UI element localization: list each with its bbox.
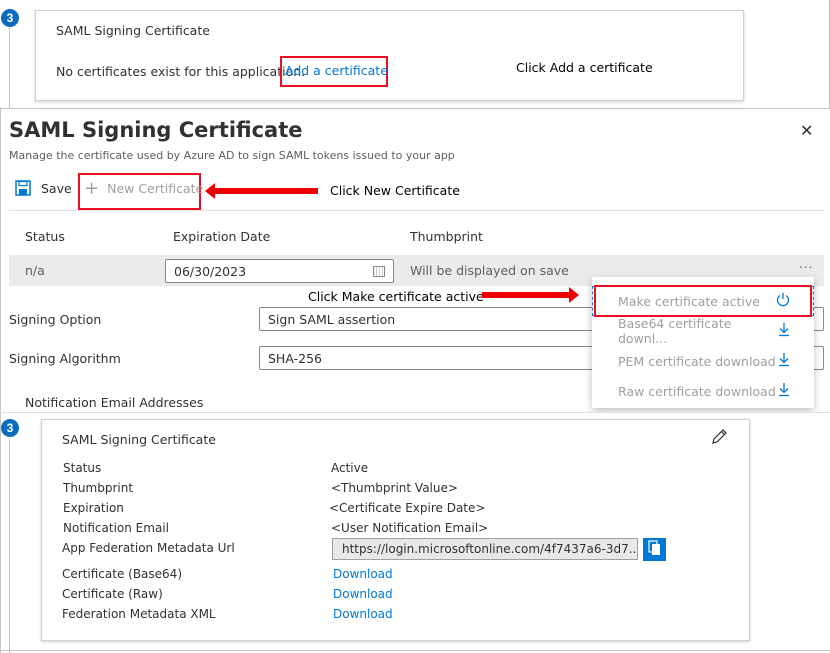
expiration-date-value: 06/30/2023: [174, 263, 247, 279]
copy-icon: [647, 539, 662, 560]
expiration-date-input[interactable]: 06/30/2023: [165, 259, 394, 283]
signing-option-value: Sign SAML assertion: [268, 311, 396, 327]
signing-algorithm-value: SHA-256: [268, 350, 322, 366]
new-certificate-label: New Certificate: [107, 181, 204, 196]
power-icon: [776, 292, 790, 310]
menu-item-label: Raw certificate download: [618, 383, 776, 399]
menu-item-make-certificate-active[interactable]: Make certificate active: [592, 286, 814, 316]
metadata-url-label: App Federation Metadata Url: [62, 541, 235, 555]
downloads-list: Certificate (Base64) Download Certificate…: [62, 564, 722, 624]
row-status: n/a: [25, 263, 45, 278]
status-value: Active: [331, 461, 369, 475]
step-badge: 3: [1, 9, 19, 27]
menu-item-label: Base64 certificate downl...: [618, 316, 732, 346]
header-thumbprint: Thumbprint: [410, 229, 483, 244]
metadata-url-value: https://login.microsoftonline.com/4f7437…: [342, 542, 638, 556]
menu-item-label: PEM certificate download: [618, 353, 776, 369]
expiration-value: <Certificate Expire Date>: [329, 501, 486, 515]
more-options-button[interactable]: ...: [799, 257, 813, 271]
new-certificate-button[interactable]: + New Certificate: [84, 177, 204, 199]
thumbprint-value: <Thumbprint Value>: [331, 481, 458, 495]
panel-title: SAML Signing Certificate: [9, 118, 303, 142]
annotation-new-certificate: Click New Certificate: [330, 183, 460, 198]
bottom-frame-line: [0, 650, 830, 651]
menu-item-raw-download[interactable]: Raw certificate download: [592, 376, 814, 406]
save-label: Save: [41, 180, 72, 196]
header-status: Status: [25, 229, 65, 244]
bottom-top-border: [0, 412, 830, 413]
menu-item-label: Make certificate active: [618, 293, 760, 309]
row-thumbprint: Will be displayed on save: [410, 263, 569, 278]
certificate-summary-card: SAML Signing Certificate Status Active Th…: [41, 419, 750, 641]
federation-xml-label: Federation Metadata XML: [62, 607, 216, 621]
cert-base64-label: Certificate (Base64): [62, 567, 182, 581]
annotation-add-certificate: Click Add a certificate: [516, 60, 653, 75]
cert-raw-download-link[interactable]: Download: [333, 587, 393, 601]
row-status: Status Active Thumbprint <Thumbprint Value…: [63, 458, 723, 538]
panel-subtitle: Manage the certificate used by Azure AD …: [9, 149, 455, 162]
add-certificate-link[interactable]: Add a certificate: [285, 63, 388, 78]
notification-email-value: <User Notification Email>: [331, 521, 489, 535]
expiration-label: Expiration: [63, 501, 124, 515]
step-line-bottom: [9, 438, 10, 653]
step-line: [9, 28, 10, 108]
menu-item-pem-download[interactable]: PEM certificate download: [592, 346, 814, 376]
thumbprint-label: Thumbprint: [63, 481, 134, 495]
status-label: Status: [63, 461, 102, 475]
summary-card-title: SAML Signing Certificate: [62, 432, 216, 447]
menu-item-base64-download[interactable]: Base64 certificate downl...: [592, 316, 814, 346]
signing-algorithm-label: Signing Algorithm: [9, 351, 121, 366]
pencil-icon: [710, 429, 728, 450]
cert-raw-label: Certificate (Raw): [62, 587, 163, 601]
step-badge-bottom: 3: [1, 419, 19, 437]
top-certificate-card: SAML Signing Certificate No certificates…: [35, 10, 744, 101]
certificate-context-menu: Make certificate active Base64 certifica…: [592, 277, 814, 408]
notification-email-label: Notification Email: [63, 521, 169, 535]
toolbar-divider: [9, 210, 824, 211]
cert-base64-download-link[interactable]: Download: [333, 567, 393, 581]
annotation-make-active: Click Make certificate active: [308, 289, 484, 304]
download-icon: [778, 352, 790, 370]
close-button[interactable]: ✕: [800, 121, 813, 140]
download-icon: [778, 382, 790, 400]
save-button[interactable]: Save: [15, 180, 72, 196]
edit-button[interactable]: [710, 428, 728, 450]
copy-button[interactable]: [643, 538, 666, 561]
calendar-icon[interactable]: [373, 265, 385, 277]
notification-email-label: Notification Email Addresses: [25, 395, 204, 410]
federation-xml-download-link[interactable]: Download: [333, 607, 393, 621]
top-card-title: SAML Signing Certificate: [56, 23, 210, 38]
download-icon: [778, 322, 790, 340]
metadata-url-field[interactable]: https://login.microsoftonline.com/4f7437…: [332, 538, 638, 560]
signing-option-label: Signing Option: [9, 312, 102, 327]
empty-message: No certificates exist for this applicati…: [56, 64, 306, 79]
plus-icon: +: [84, 177, 100, 199]
header-expiration-date: Expiration Date: [173, 229, 271, 244]
arrow-to-make-active: [482, 287, 579, 303]
save-icon: [15, 180, 31, 196]
arrow-to-new-certificate: [205, 183, 318, 199]
